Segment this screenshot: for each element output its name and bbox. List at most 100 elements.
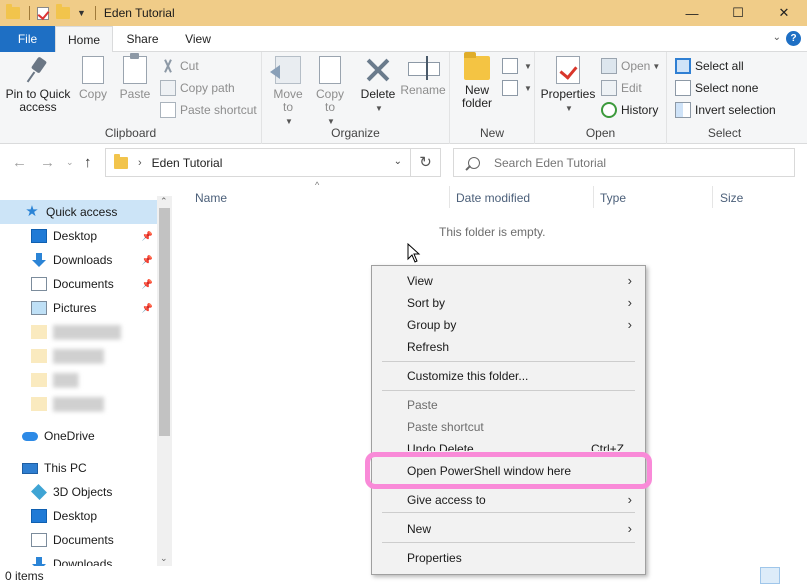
- maximize-button[interactable]: ☐: [715, 0, 761, 26]
- invert-selection-button[interactable]: Invert selection: [675, 100, 776, 120]
- menu-item-sort-by[interactable]: Sort by ›: [373, 292, 644, 314]
- column-divider[interactable]: [712, 186, 713, 208]
- large-icons-view-icon[interactable]: [783, 567, 803, 584]
- breadcrumb-chevron-icon[interactable]: ›: [138, 157, 142, 169]
- column-header-name[interactable]: Name: [195, 186, 227, 210]
- menu-item-group-by[interactable]: Group by ›: [373, 314, 644, 336]
- new-item-button[interactable]: ▼: [502, 56, 532, 76]
- ribbon: Pin to Quick access Copy Paste Cut Copy …: [0, 52, 807, 144]
- close-button[interactable]: ✕: [761, 0, 807, 26]
- nav-desktop[interactable]: Desktop 📌: [0, 224, 157, 248]
- rename-button[interactable]: Rename: [400, 56, 446, 97]
- tab-file[interactable]: File: [0, 26, 55, 52]
- column-header-size[interactable]: Size: [720, 186, 743, 210]
- nav-onedrive[interactable]: OneDrive: [0, 424, 157, 448]
- properties-button[interactable]: Properties ▼: [539, 56, 597, 115]
- details-view-icon[interactable]: [760, 567, 780, 584]
- chevron-right-icon: ›: [627, 521, 632, 536]
- pictures-icon: [31, 301, 47, 315]
- tab-home[interactable]: Home: [55, 26, 113, 53]
- chevron-right-icon: ›: [627, 273, 632, 288]
- move-to-button[interactable]: Move to ▼: [268, 56, 308, 128]
- menu-item-new[interactable]: New ›: [373, 518, 644, 540]
- nav-blurred-item[interactable]: ██████: [0, 392, 157, 416]
- chevron-down-icon[interactable]: ⌄: [394, 156, 402, 167]
- menu-item-refresh[interactable]: Refresh: [373, 336, 644, 358]
- select-all-button[interactable]: Select all: [675, 56, 744, 76]
- nav-quick-access[interactable]: ★ Quick access: [0, 200, 157, 224]
- history-button[interactable]: History: [601, 100, 658, 120]
- properties-icon[interactable]: [37, 6, 49, 20]
- new-group: New folder ▼ ▼ New: [450, 52, 535, 144]
- scrollbar-thumb[interactable]: [159, 208, 170, 436]
- column-header-date-modified[interactable]: Date modified: [456, 186, 530, 210]
- breadcrumb[interactable]: Eden Tutorial: [152, 156, 223, 170]
- paste-shortcut-button[interactable]: Paste shortcut: [160, 100, 257, 120]
- folder-icon[interactable]: [6, 4, 20, 19]
- forward-arrow-icon[interactable]: →: [40, 154, 55, 171]
- highlight-annotation: [365, 452, 652, 489]
- menu-item-paste[interactable]: Paste: [373, 394, 644, 416]
- menu-item-paste-shortcut[interactable]: Paste shortcut: [373, 416, 644, 438]
- open-button[interactable]: Open ▼: [601, 56, 660, 76]
- menu-item-view[interactable]: View ›: [373, 270, 644, 292]
- cut-button[interactable]: Cut: [160, 56, 199, 76]
- paste-label: Paste: [119, 87, 151, 101]
- menu-item-label: New: [407, 522, 432, 536]
- refresh-icon[interactable]: ↻: [410, 149, 440, 176]
- nav-blurred-item[interactable]: ██████: [0, 344, 157, 368]
- up-arrow-icon[interactable]: ↑: [84, 154, 92, 171]
- column-divider[interactable]: [593, 186, 594, 208]
- menu-item-label: Customize this folder...: [407, 369, 529, 383]
- nav-scrollbar[interactable]: ⌃ ⌄: [157, 196, 172, 566]
- edit-button[interactable]: Edit: [601, 78, 642, 98]
- new-folder-icon: [464, 52, 490, 80]
- pin-to-quick-access-button[interactable]: Pin to Quick access: [4, 56, 72, 114]
- nav-blurred-item[interactable]: ████████: [0, 320, 157, 344]
- nav-downloads[interactable]: Downloads 📌: [0, 248, 157, 272]
- copy-button[interactable]: Copy: [76, 56, 110, 101]
- scroll-up-icon[interactable]: ⌃: [160, 196, 168, 207]
- nav-label: Documents: [53, 277, 114, 291]
- tab-view[interactable]: View: [172, 26, 224, 52]
- minimize-button[interactable]: —: [669, 0, 715, 26]
- pin-icon: 📌: [141, 230, 153, 241]
- desktop-icon: [31, 509, 47, 523]
- nav-blurred-item[interactable]: ███: [0, 368, 157, 392]
- search-box[interactable]: [453, 148, 795, 177]
- back-arrow-icon[interactable]: ←: [12, 154, 27, 171]
- download-icon: [31, 557, 47, 566]
- nav-this-pc[interactable]: This PC: [0, 456, 157, 480]
- menu-item-customize-folder[interactable]: Customize this folder...: [373, 365, 644, 387]
- menu-item-give-access[interactable]: Give access to ›: [373, 489, 644, 511]
- search-input[interactable]: [494, 155, 744, 170]
- tab-share[interactable]: Share: [115, 26, 170, 52]
- chevron-down-icon[interactable]: ⌄: [773, 32, 781, 43]
- menu-item-properties[interactable]: Properties: [373, 547, 644, 569]
- paste-button[interactable]: Paste: [116, 53, 154, 101]
- delete-button[interactable]: Delete ▼: [358, 56, 398, 115]
- recent-locations-icon[interactable]: ⌄: [66, 157, 74, 168]
- select-none-button[interactable]: Select none: [675, 78, 758, 98]
- nav-pc-documents[interactable]: Documents: [0, 528, 157, 552]
- select-none-icon: [675, 80, 691, 96]
- nav-pictures[interactable]: Pictures 📌: [0, 296, 157, 320]
- easy-access-button[interactable]: ▼: [502, 78, 532, 98]
- nav-3d-objects[interactable]: 3D Objects: [0, 480, 157, 504]
- copy-path-button[interactable]: Copy path: [160, 78, 235, 98]
- nav-pc-downloads[interactable]: Downloads: [0, 552, 157, 566]
- address-bar[interactable]: › Eden Tutorial ⌄ ↻: [105, 148, 441, 177]
- menu-item-undo-delete[interactable]: Undo Delete Ctrl+Z: [373, 441, 644, 451]
- properties-icon: [556, 56, 580, 84]
- customize-toolbar-icon[interactable]: ▼: [77, 8, 86, 18]
- column-header-type[interactable]: Type: [600, 186, 626, 210]
- nav-pc-desktop[interactable]: Desktop: [0, 504, 157, 528]
- nav-documents[interactable]: Documents 📌: [0, 272, 157, 296]
- scroll-down-icon[interactable]: ⌄: [160, 553, 168, 564]
- new-folder-icon[interactable]: [56, 4, 70, 19]
- copy-to-button[interactable]: Copy to ▼: [310, 56, 350, 128]
- new-folder-button[interactable]: New folder: [456, 52, 498, 110]
- help-icon[interactable]: ?: [786, 31, 801, 46]
- column-divider[interactable]: [449, 186, 450, 208]
- search-icon: [468, 156, 480, 169]
